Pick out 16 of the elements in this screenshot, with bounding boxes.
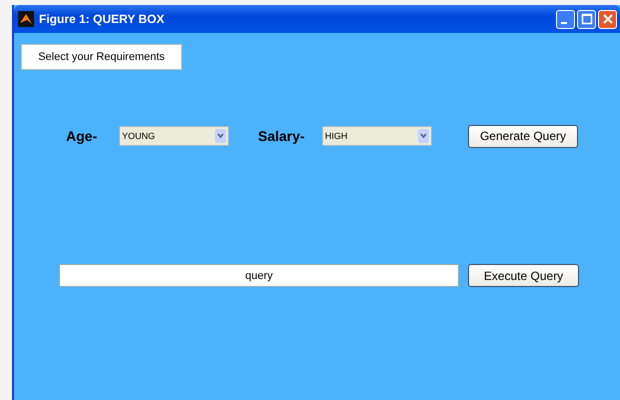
minimize-icon (561, 22, 567, 24)
dropdown[interactable]: HIGH (322, 126, 432, 146)
maximize-icon (580, 13, 592, 25)
minimize-button[interactable] (556, 10, 575, 28)
generate-query-button[interactable]: Generate Query (468, 124, 578, 148)
filter-label: Age- (66, 128, 98, 144)
execute-query-button[interactable]: Execute Query (468, 264, 579, 287)
maximize-button[interactable] (577, 10, 596, 28)
requirements-label: Select your Requirements (21, 44, 182, 70)
app-icon (18, 11, 34, 27)
dropdown[interactable]: YOUNG (119, 126, 229, 146)
close-icon (602, 13, 614, 25)
window-title: Figure 1: QUERY BOX (39, 12, 166, 26)
close-button[interactable] (598, 10, 617, 28)
filter-label: Salary- (258, 128, 306, 144)
query-field[interactable]: query (59, 264, 459, 287)
